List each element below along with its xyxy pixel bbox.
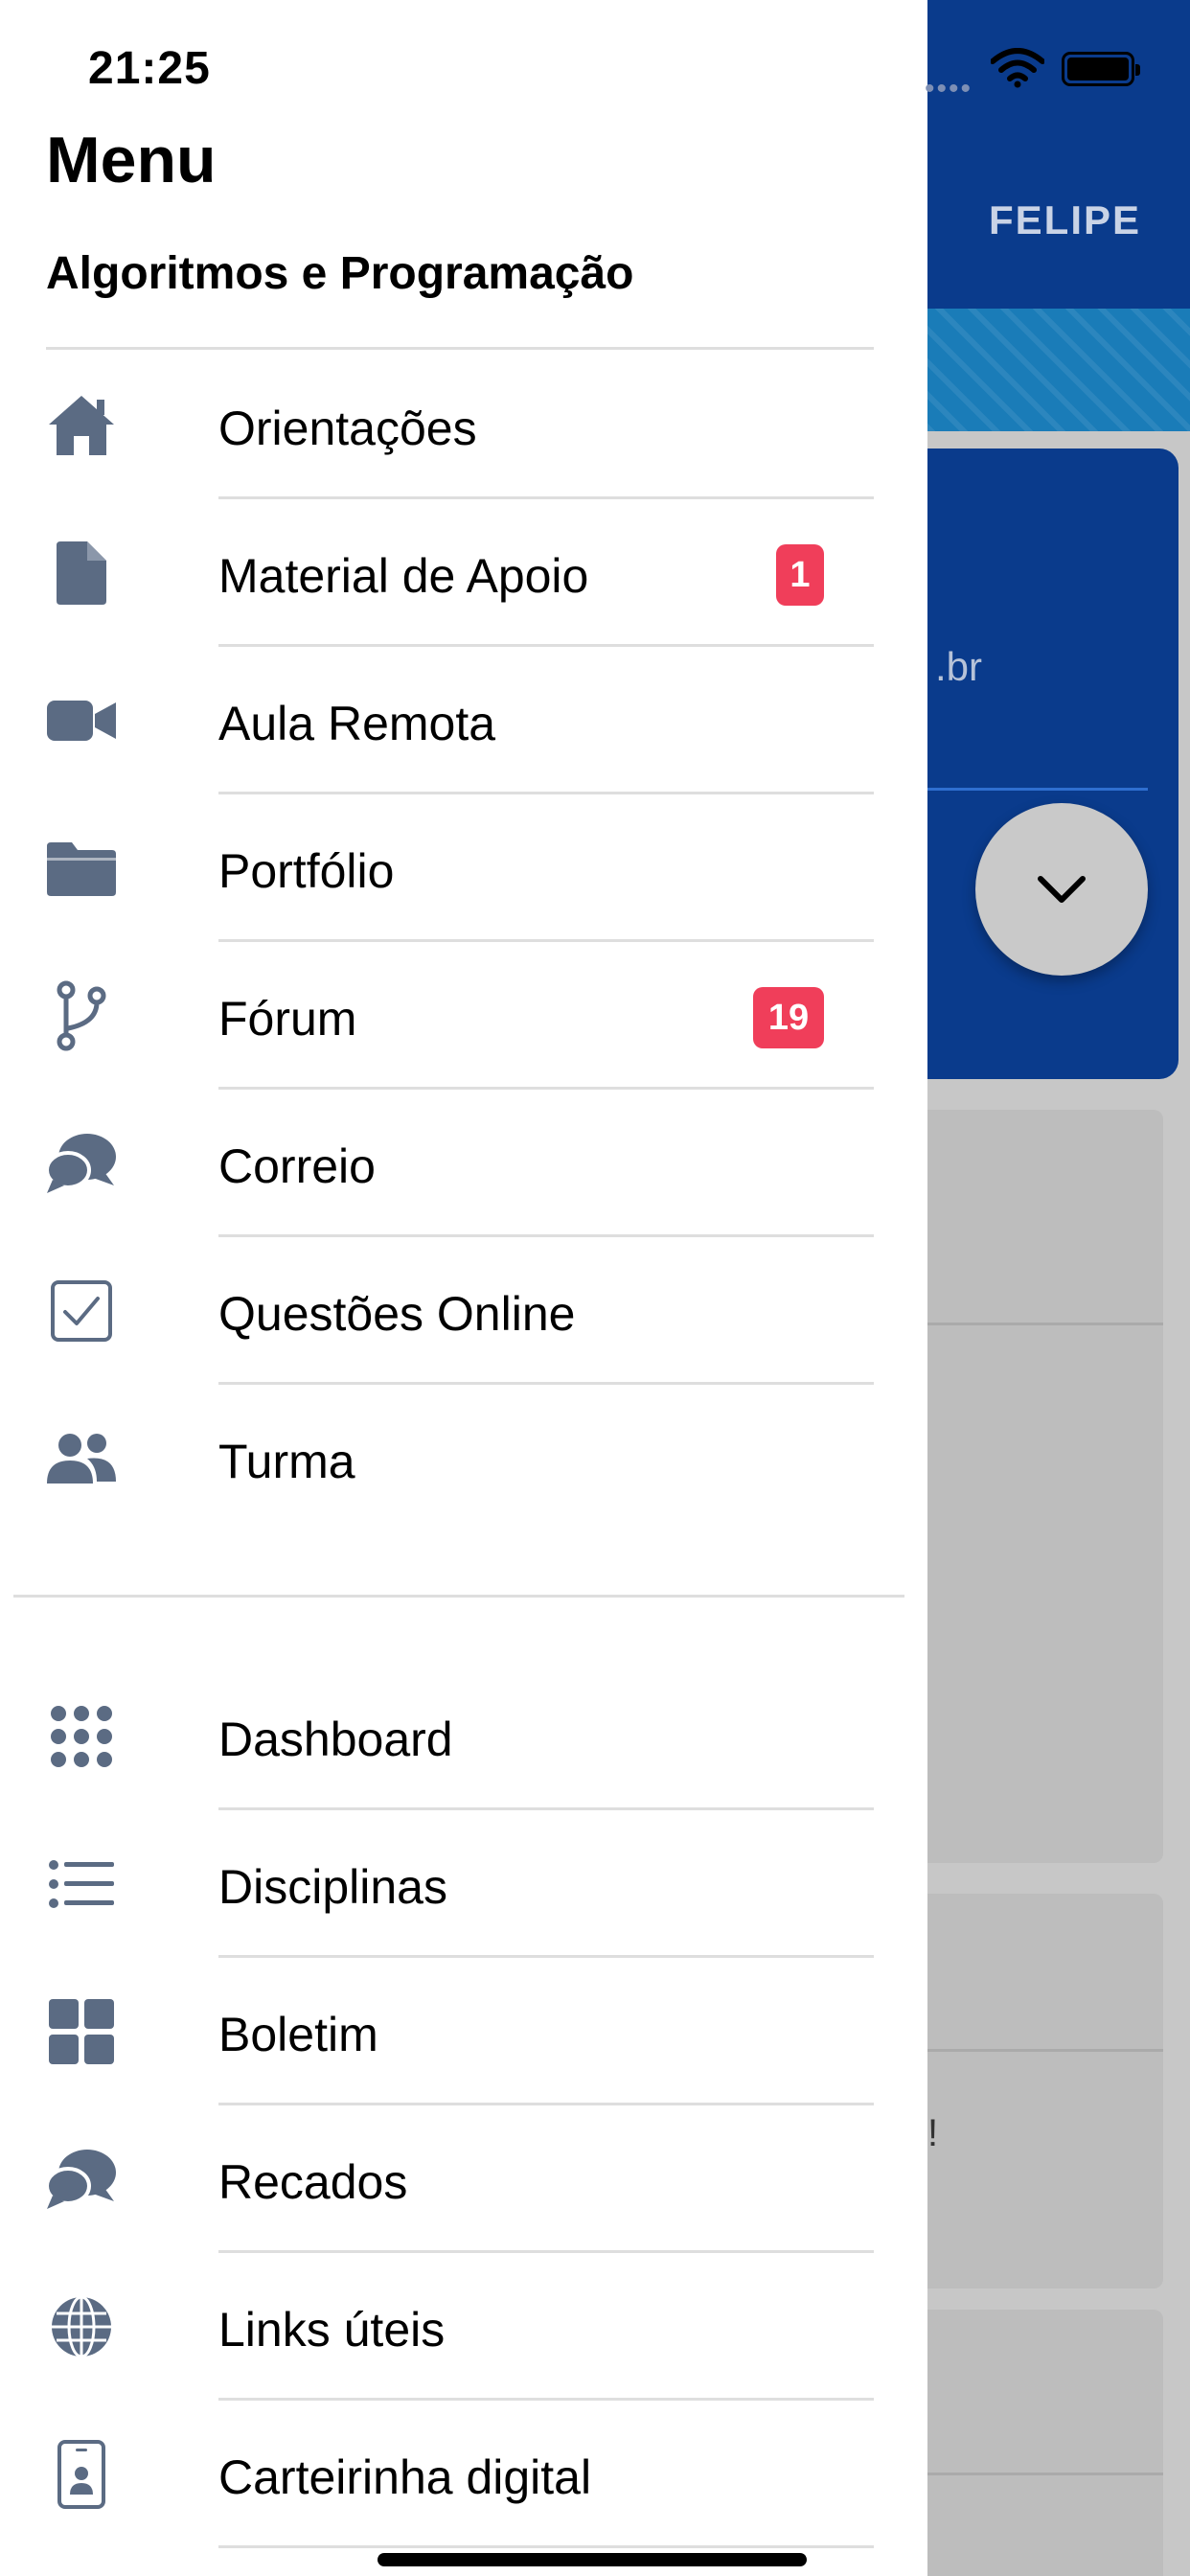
- notification-badge: 1: [776, 544, 824, 606]
- menu-item-label: Boletim: [218, 2008, 378, 2061]
- chat-bubbles-icon: [44, 2143, 119, 2216]
- users-icon: [44, 1422, 119, 1495]
- menu-item-forum[interactable]: Fórum 19: [0, 941, 927, 1090]
- menu-item-label: Fórum: [218, 992, 357, 1046]
- card-divider: [927, 788, 1148, 791]
- git-branch-icon: [44, 979, 119, 1052]
- menu-item-label: Correio: [218, 1139, 376, 1193]
- menu-item-label: Questões Online: [218, 1287, 576, 1341]
- menu-item-dashboard[interactable]: Dashboard: [0, 1662, 927, 1810]
- menu-item-portfolio[interactable]: Portfólio: [0, 794, 927, 942]
- tiles-icon: [44, 1995, 119, 2068]
- menu-item-label: Disciplinas: [218, 1860, 447, 1914]
- id-card-icon: [44, 2438, 119, 2511]
- background-panel: [927, 1894, 1163, 2288]
- section-divider: [13, 1595, 904, 1598]
- menu-item-carteirinha-digital[interactable]: Carteirinha digital: [0, 2400, 927, 2548]
- menu-item-label: Orientações: [218, 402, 477, 455]
- background-app: FELIPE .br !: [927, 0, 1190, 2576]
- menu-item-label: Dashboard: [218, 1713, 453, 1766]
- wifi-icon: [990, 48, 1045, 93]
- chevron-down-icon: [1038, 876, 1086, 903]
- checkbox-icon: [44, 1275, 119, 1347]
- menu-item-boletim[interactable]: Boletim: [0, 1957, 927, 2105]
- course-card: [927, 448, 1179, 1079]
- card-text-fragment: .br: [935, 644, 983, 689]
- menu-item-disciplinas[interactable]: Disciplinas: [0, 1809, 927, 1958]
- menu-item-turma[interactable]: Turma: [0, 1384, 927, 1532]
- menu-item-material-de-apoio[interactable]: Material de Apoio 1: [0, 498, 927, 647]
- menu-item-links-uteis[interactable]: Links úteis: [0, 2252, 927, 2401]
- menu-item-label: Turma: [218, 1435, 355, 1488]
- menu-item-label: Links úteis: [218, 2303, 446, 2357]
- battery-icon: [1062, 52, 1140, 86]
- home-indicator[interactable]: [378, 2553, 807, 2566]
- globe-icon: [44, 2290, 119, 2363]
- header-divider: [46, 347, 874, 350]
- menu-item-label: Aula Remota: [218, 697, 496, 750]
- background-panel: [927, 1110, 1163, 1863]
- status-time: 21:25: [88, 43, 211, 94]
- expand-button[interactable]: [975, 803, 1148, 976]
- menu-item-label: Material de Apoio: [218, 549, 589, 603]
- menu-item-label: Carteirinha digital: [218, 2450, 592, 2504]
- menu-item-label: Recados: [218, 2155, 408, 2209]
- background-divider: [927, 2049, 1163, 2052]
- menu-item-aula-remota[interactable]: Aula Remota: [0, 646, 927, 794]
- folder-icon: [44, 832, 119, 905]
- grid-dots-icon: [44, 1700, 119, 1773]
- background-divider: [927, 2472, 1163, 2475]
- menu-item-questoes-online[interactable]: Questões Online: [0, 1236, 927, 1385]
- home-icon: [44, 389, 119, 462]
- item-divider: [218, 2545, 874, 2548]
- chat-bubbles-icon: [44, 1127, 119, 1200]
- navigation-drawer: Menu Algoritmos e Programação Orientaçõe…: [0, 0, 927, 2576]
- background-panel: [927, 2310, 1163, 2576]
- background-divider: [927, 1322, 1163, 1325]
- document-icon: [44, 537, 119, 610]
- course-name: Algoritmos e Programação: [46, 248, 634, 299]
- menu-item-recados[interactable]: Recados: [0, 2104, 927, 2253]
- list-icon: [44, 1848, 119, 1920]
- signal-icon: ••••: [925, 73, 973, 104]
- video-camera-icon: [44, 684, 119, 757]
- notification-badge: 19: [753, 987, 824, 1048]
- menu-item-correio[interactable]: Correio: [0, 1089, 927, 1237]
- text-fragment: !: [927, 2112, 939, 2154]
- menu-item-orientacoes[interactable]: Orientações: [0, 351, 927, 499]
- header-pattern-banner: [927, 309, 1190, 431]
- status-bar: 21:25 ••••: [0, 0, 1190, 134]
- user-name: FELIPE: [989, 197, 1142, 242]
- menu-item-label: Portfólio: [218, 844, 395, 898]
